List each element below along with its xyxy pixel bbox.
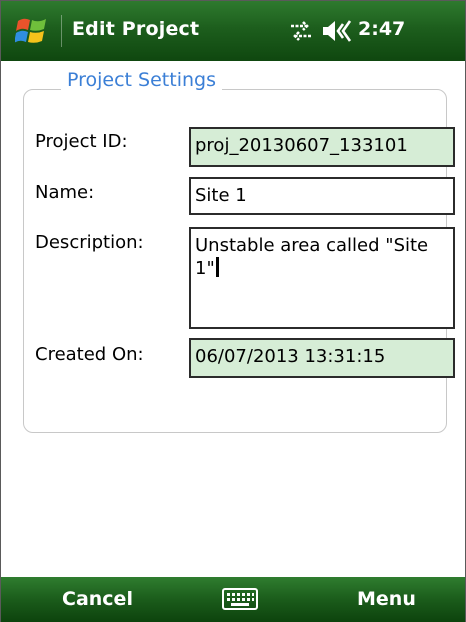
device-screen: Edit Project 2:47 Project Settings Proje… — [0, 0, 466, 622]
description-field[interactable]: Unstable area called "Site 1" — [189, 227, 455, 329]
cancel-button[interactable]: Cancel — [62, 588, 133, 610]
project-id-field[interactable]: proj_20130607_133101 — [189, 127, 455, 167]
title-separator — [61, 15, 62, 47]
group-legend: Project Settings — [61, 69, 222, 91]
windows-flag-icon[interactable] — [15, 15, 49, 47]
menu-button[interactable]: Menu — [357, 588, 416, 610]
created-on-field[interactable]: 06/07/2013 13:31:15 — [189, 338, 455, 378]
softkey-bar: Cancel Menu — [1, 577, 465, 622]
name-label: Name: — [35, 182, 95, 203]
clock[interactable]: 2:47 — [358, 18, 405, 40]
keyboard-icon[interactable] — [222, 587, 258, 611]
window-title: Edit Project — [72, 18, 200, 40]
title-bar: Edit Project 2:47 — [1, 1, 465, 61]
description-label: Description: — [35, 232, 144, 253]
created-on-label: Created On: — [35, 344, 144, 365]
description-text: Unstable area called "Site 1" — [195, 235, 429, 279]
speaker-icon[interactable] — [321, 18, 355, 44]
project-id-label: Project ID: — [35, 131, 128, 152]
name-field[interactable]: Site 1 — [189, 177, 455, 215]
data-connection-icon[interactable] — [287, 19, 315, 43]
text-caret — [215, 257, 219, 277]
